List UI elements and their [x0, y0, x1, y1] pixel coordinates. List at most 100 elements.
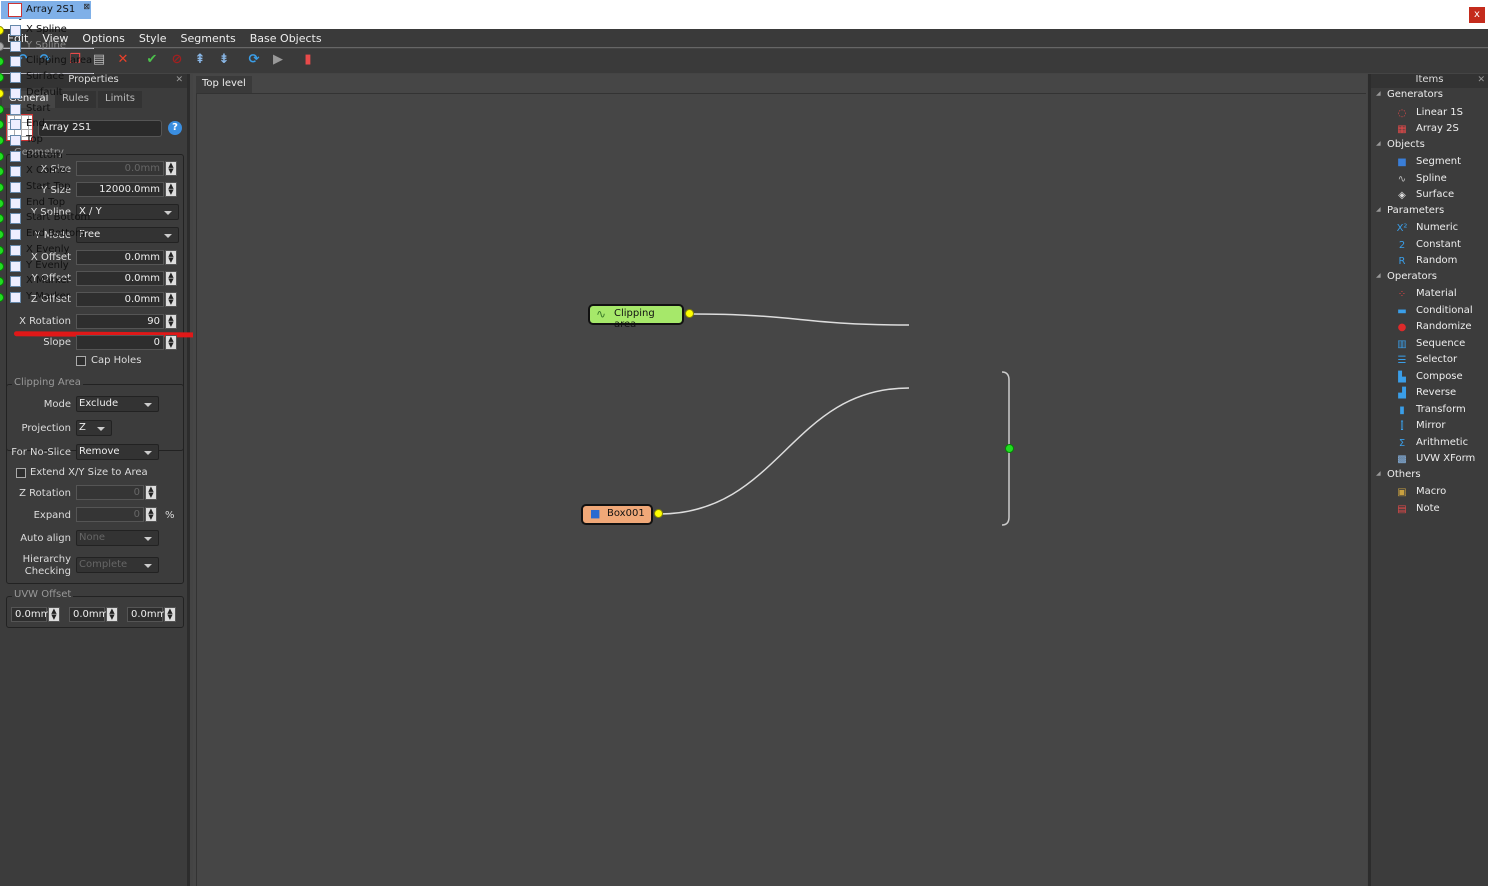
item-linear-1s[interactable]: Linear 1S [1416, 107, 1463, 118]
item-segment[interactable]: Segment [1416, 156, 1461, 167]
item-reverse[interactable]: Reverse [1416, 387, 1456, 398]
port-row[interactable]: Surface [26, 71, 64, 82]
box001-node-label: Box001 [607, 508, 645, 519]
port-type-icon [10, 244, 21, 256]
port-type-icon [10, 276, 21, 288]
clipping-area-node[interactable]: ∿ Clipping area [588, 304, 684, 330]
item-surface[interactable]: Surface [1416, 189, 1454, 200]
category-parameters[interactable]: Parameters [1376, 205, 1444, 216]
reverse-icon: ▟ [1398, 388, 1406, 399]
random-icon: R [1398, 256, 1406, 267]
item-sequence[interactable]: Sequence [1416, 338, 1465, 349]
port-type-icon [10, 166, 21, 178]
material-icon: ⁘ [1397, 289, 1407, 300]
port-row[interactable]: X Evenly [26, 244, 69, 255]
linear-1s-icon: ◌ [1397, 107, 1407, 119]
array-node-output-port[interactable] [1005, 444, 1014, 453]
wire-box-to-default [658, 387, 910, 515]
port-type-icon [10, 103, 21, 115]
box001-output-port[interactable] [654, 509, 663, 518]
category-operators[interactable]: Operators [1376, 271, 1437, 282]
clipping-area-output-port[interactable] [685, 309, 694, 318]
item-compose[interactable]: Compose [1416, 371, 1463, 382]
item-random[interactable]: Random [1416, 255, 1457, 266]
port-row[interactable]: X Marker [26, 275, 71, 286]
port-type-icon [10, 213, 21, 225]
items-panel: Items ✕ Generators ◌ Linear 1S ▦ Array 2S Obj… [1368, 74, 1488, 886]
port-type-icon [10, 87, 21, 99]
port-type-icon [10, 119, 21, 131]
macro-icon: ▣ [1397, 487, 1407, 498]
item-numeric[interactable]: Numeric [1416, 222, 1458, 233]
uvw-xform-icon: ▩ [1397, 454, 1407, 465]
port-row[interactable]: Start [26, 103, 50, 114]
port-row[interactable]: Start Bottom [26, 212, 90, 223]
conditional-icon: ▬ [1397, 305, 1407, 317]
port-type-icon [10, 260, 21, 272]
item-randomize[interactable]: Randomize [1416, 321, 1472, 332]
port-row[interactable]: Top [26, 134, 43, 145]
port-type-icon [10, 134, 21, 146]
compose-icon: ▙ [1398, 371, 1406, 383]
item-material[interactable]: Material [1416, 288, 1457, 299]
item-spline[interactable]: Spline [1416, 173, 1447, 184]
close-panel-icon[interactable]: ✕ [1477, 75, 1485, 85]
port-row[interactable]: Default [26, 87, 63, 98]
transform-icon: ▮ [1399, 404, 1405, 416]
spline-icon: ∿ [596, 307, 607, 321]
port-row[interactable]: End Bottom [26, 228, 85, 239]
port-row[interactable]: End Top [26, 197, 65, 208]
item-array-2s[interactable]: Array 2S [1416, 123, 1459, 134]
category-objects[interactable]: Objects [1376, 139, 1425, 150]
port-row[interactable]: Y Spline [26, 40, 66, 51]
item-uvw-xform[interactable]: UVW XForm [1416, 453, 1475, 464]
port-type-icon [10, 56, 21, 68]
item-conditional[interactable]: Conditional [1416, 305, 1473, 316]
port-type-icon [10, 150, 21, 162]
surface-icon: ◈ [1398, 190, 1406, 201]
arithmetic-icon: Σ [1398, 437, 1406, 449]
randomize-icon: ● [1397, 322, 1407, 333]
note-icon: ▤ [1397, 503, 1407, 515]
wire-clipping-to-xspline [689, 313, 910, 326]
port-row[interactable]: X Spline [26, 24, 67, 35]
port-row[interactable]: Bottom [26, 150, 63, 161]
port-row[interactable]: End [26, 118, 45, 129]
port-type-icon [10, 197, 21, 209]
port-type-icon [10, 40, 21, 52]
item-arithmetic[interactable]: Arithmetic [1416, 437, 1468, 448]
port-type-icon [10, 229, 21, 241]
item-macro[interactable]: Macro [1416, 486, 1446, 497]
port-row[interactable]: Y Evenly [26, 260, 69, 271]
box001-node[interactable]: ■ Box001 [581, 504, 653, 525]
port-row[interactable]: Clipping area [26, 55, 92, 66]
array-2s-icon [8, 3, 22, 17]
array-2s-icon: ▦ [1397, 124, 1407, 135]
item-mirror[interactable]: Mirror [1416, 420, 1445, 431]
port-row[interactable]: X Corner [26, 165, 70, 176]
segment-icon: ■ [590, 507, 601, 520]
item-selector[interactable]: Selector [1416, 354, 1457, 365]
segment-icon: ■ [1397, 157, 1407, 168]
category-generators[interactable]: Generators [1376, 89, 1443, 100]
numeric-icon: X² [1396, 223, 1408, 234]
array-node-header[interactable]: Array 2S1 ⊠ [1, 1, 91, 19]
port-row[interactable]: Y Marker [26, 291, 70, 302]
wires [658, 313, 1010, 526]
port-type-icon [10, 25, 21, 36]
port-type-icon [10, 182, 21, 193]
category-others[interactable]: Others [1376, 469, 1420, 480]
port-row[interactable]: Start Top [26, 181, 70, 192]
selector-icon: ☰ [1397, 355, 1407, 366]
port-type-icon [10, 291, 21, 303]
node-close-icon[interactable]: ⊠ [83, 2, 90, 11]
items-title: Items [1371, 74, 1488, 88]
item-transform[interactable]: Transform [1416, 404, 1466, 415]
spline-icon: ∿ [1397, 173, 1407, 185]
array-node-title: Array 2S1 [26, 4, 76, 15]
item-note[interactable]: Note [1416, 503, 1440, 514]
port-type-icon [10, 72, 21, 84]
item-constant[interactable]: Constant [1416, 239, 1461, 250]
mirror-icon: ⫿ [1400, 421, 1404, 432]
constant-icon: 2 [1398, 239, 1406, 251]
